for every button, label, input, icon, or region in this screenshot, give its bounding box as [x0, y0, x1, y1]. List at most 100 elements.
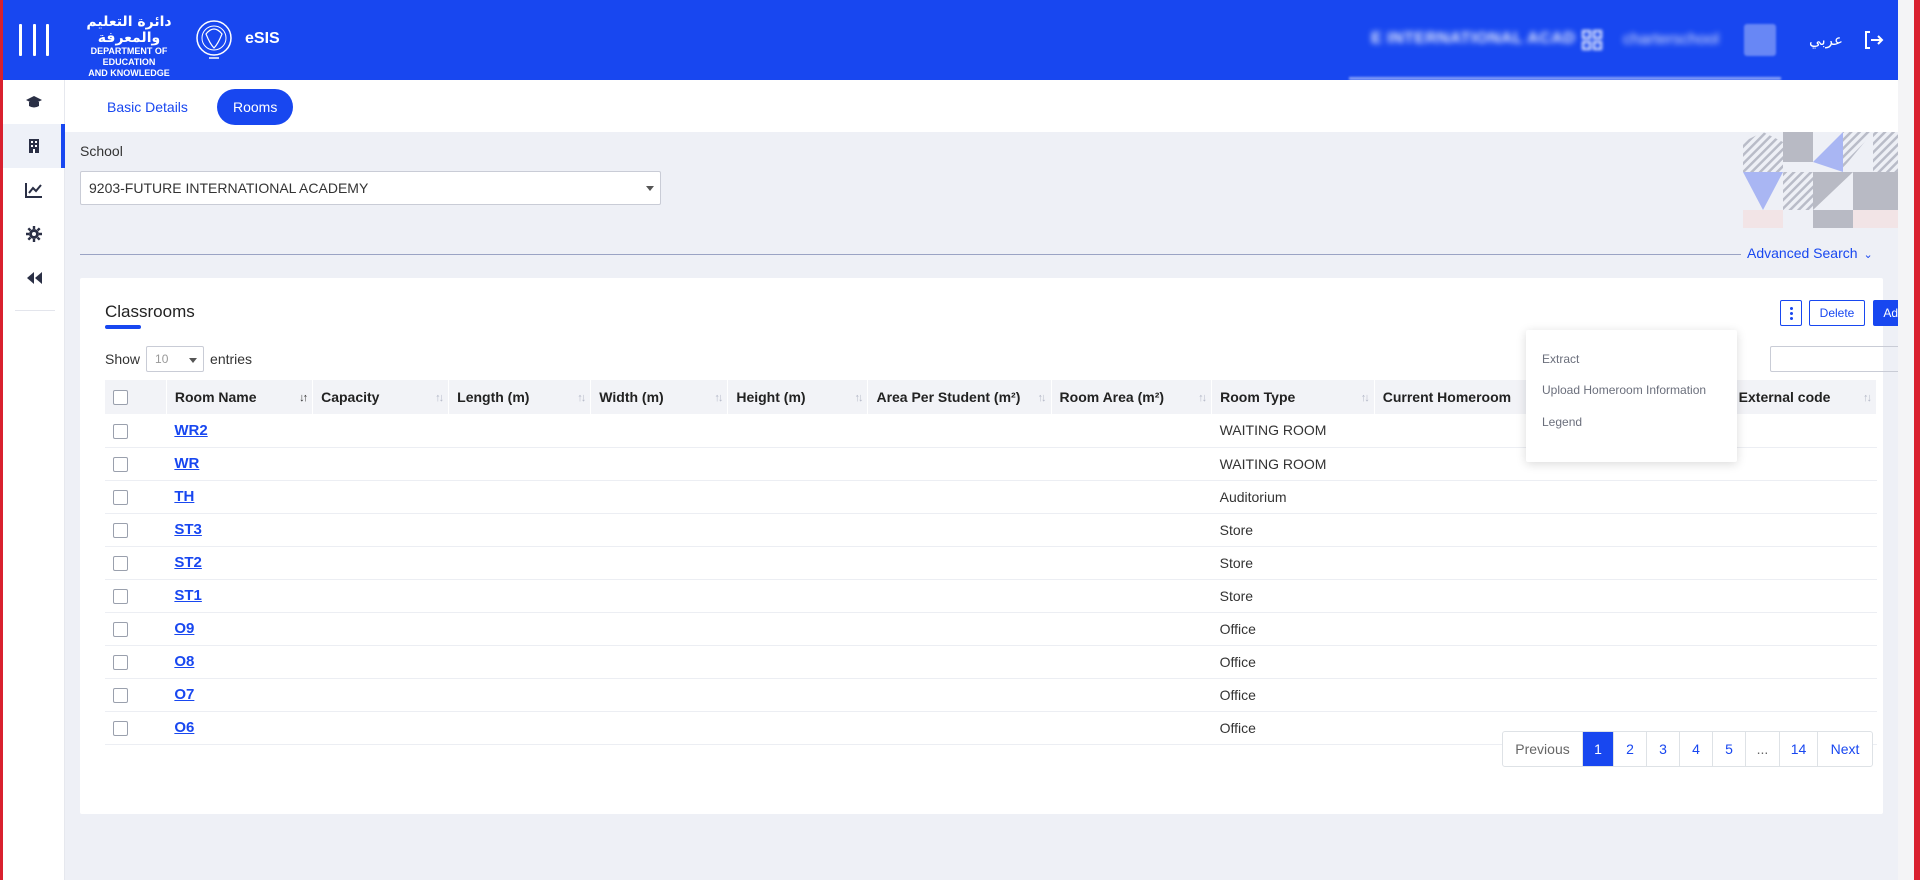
row-checkbox[interactable]: [113, 456, 128, 472]
sort-icon: ↑↓: [1198, 392, 1207, 404]
room-link[interactable]: TH: [174, 488, 194, 505]
column-header-capacity[interactable]: Capacity ↑↓: [312, 380, 450, 414]
room-link[interactable]: O6: [174, 719, 194, 736]
room-link[interactable]: O8: [174, 653, 194, 670]
decorative-pattern: [1743, 132, 1898, 228]
pagination-page[interactable]: 3: [1647, 732, 1680, 766]
logo-arabic-text: دائرة التعليم والمعرفة: [86, 14, 172, 46]
room-link[interactable]: ST3: [174, 521, 202, 538]
room-link[interactable]: O9: [174, 620, 194, 637]
column-header-width[interactable]: Width (m) ↑↓: [590, 380, 729, 414]
column-header-room-name[interactable]: Room Name ↓↑: [166, 380, 314, 414]
table-row: ST2 Store: [105, 546, 1877, 580]
column-header-area-per-student[interactable]: Area Per Student (m²) ↑↓: [867, 380, 1052, 414]
row-checkbox[interactable]: [113, 555, 128, 571]
entries-label: entries: [210, 351, 253, 367]
doe-logo: دائرة التعليم والمعرفة DEPARTMENT OF EDU…: [69, 14, 239, 78]
table-row: O8 Office: [105, 645, 1877, 679]
pagination-page[interactable]: 1: [1583, 732, 1614, 766]
column-header-room-type[interactable]: Room Type ↑↓: [1211, 380, 1375, 414]
row-checkbox[interactable]: [113, 522, 128, 538]
room-type-cell: Office: [1211, 711, 1375, 745]
table-row: ST1 Store: [105, 579, 1877, 613]
advanced-search-toggle[interactable]: Advanced Search ⌄: [1741, 245, 1873, 261]
menu-item-extract[interactable]: Extract: [1542, 352, 1579, 366]
row-checkbox[interactable]: [113, 687, 128, 703]
advanced-search-divider: [80, 254, 1753, 255]
delete-button[interactable]: Delete: [1809, 300, 1865, 326]
sort-icon: ↑↓: [854, 392, 863, 404]
pagination-page[interactable]: 14: [1780, 732, 1818, 766]
user-name[interactable]: charterschool: [1623, 31, 1719, 49]
graduation-cap-icon: [26, 96, 42, 108]
menu-item-legend[interactable]: Legend: [1542, 415, 1582, 429]
sort-icon: ↑↓: [435, 392, 444, 404]
emblem-icon: [196, 20, 232, 59]
main-content: Basic Details Rooms School 9203-FUTURE I…: [65, 80, 1920, 880]
row-checkbox[interactable]: [113, 621, 128, 637]
row-checkbox[interactable]: [113, 489, 128, 505]
select-all-checkbox[interactable]: [113, 390, 128, 406]
room-link[interactable]: WR: [174, 455, 199, 472]
room-link[interactable]: ST2: [174, 554, 202, 571]
sidebar-item-academics[interactable]: [3, 80, 65, 124]
school-label: School: [80, 143, 123, 159]
logout-icon[interactable]: [1861, 28, 1885, 52]
room-type-cell: WAITING ROOM: [1211, 447, 1375, 481]
room-type-cell: Store: [1211, 513, 1375, 547]
table-row: TH Auditorium: [105, 480, 1877, 514]
organization-name[interactable]: E INTERNATIONAL ACAD: [1371, 30, 1575, 48]
avatar[interactable]: [1744, 24, 1776, 56]
caret-down-icon: [189, 358, 198, 363]
school-select[interactable]: 9203-FUTURE INTERNATIONAL ACADEMY: [80, 171, 661, 205]
room-link[interactable]: O7: [174, 686, 194, 703]
row-checkbox[interactable]: [113, 654, 128, 670]
gear-icon: [26, 226, 42, 242]
column-header-external-code[interactable]: External code ↑↓: [1730, 380, 1878, 414]
language-toggle[interactable]: عربي: [1809, 31, 1843, 49]
row-checkbox[interactable]: [113, 423, 128, 439]
sidebar-item-buildings[interactable]: [3, 124, 65, 168]
page-length-select[interactable]: 10: [146, 346, 205, 372]
sidebar: [3, 80, 65, 880]
pagination-page[interactable]: 5: [1713, 732, 1746, 766]
sort-icon: ↑↓: [1037, 392, 1047, 404]
sidebar-item-reports[interactable]: [3, 168, 65, 212]
logo-english-line1: DEPARTMENT OF EDUCATION: [90, 46, 168, 67]
column-header-height[interactable]: Height (m) ↑↓: [727, 380, 869, 414]
room-link[interactable]: WR2: [174, 422, 207, 439]
app-brand: eSIS: [245, 30, 280, 47]
table-row: O7 Office: [105, 678, 1877, 712]
sort-icon: ↑↓: [577, 392, 586, 404]
chevron-down-icon: ⌄: [1863, 249, 1873, 261]
more-options-button[interactable]: [1780, 300, 1802, 326]
sort-desc-icon: ↓↑: [299, 392, 308, 404]
apps-grid-icon[interactable]: [1581, 29, 1603, 51]
window-border-right: [1898, 0, 1920, 880]
pagination-page[interactable]: 2: [1614, 732, 1647, 766]
top-header: دائرة التعليم والمعرفة DEPARTMENT OF EDU…: [3, 0, 1898, 80]
select-all-header[interactable]: [105, 380, 167, 414]
room-link[interactable]: ST1: [174, 587, 202, 604]
logo-english-line2: AND KNOWLEDGE: [88, 68, 170, 78]
pagination-page[interactable]: 4: [1680, 732, 1713, 766]
menu-icon[interactable]: [19, 24, 49, 56]
column-header-room-area[interactable]: Room Area (m²) ↑↓: [1051, 380, 1213, 414]
table-row: ST3 Store: [105, 513, 1877, 547]
double-chevron-left-icon: [27, 272, 42, 284]
sidebar-item-settings[interactable]: [3, 212, 65, 256]
sidebar-divider: [15, 310, 55, 311]
pagination-previous[interactable]: Previous: [1503, 732, 1583, 766]
pagination-next[interactable]: Next: [1818, 732, 1872, 766]
room-type-cell: WAITING ROOM: [1211, 414, 1375, 448]
row-checkbox[interactable]: [113, 588, 128, 604]
column-header-length[interactable]: Length (m) ↑↓: [448, 380, 592, 414]
row-checkbox[interactable]: [113, 720, 128, 736]
tab-basic-details[interactable]: Basic Details: [91, 89, 204, 125]
sidebar-item-collapse[interactable]: [3, 256, 65, 300]
tab-rooms[interactable]: Rooms: [217, 89, 294, 125]
show-label: Show: [105, 351, 141, 367]
school-select-value: 9203-FUTURE INTERNATIONAL ACADEMY: [89, 180, 369, 196]
menu-item-upload-homeroom[interactable]: Upload Homeroom Information: [1542, 383, 1706, 397]
vertical-scrollbar[interactable]: [1898, 0, 1914, 880]
